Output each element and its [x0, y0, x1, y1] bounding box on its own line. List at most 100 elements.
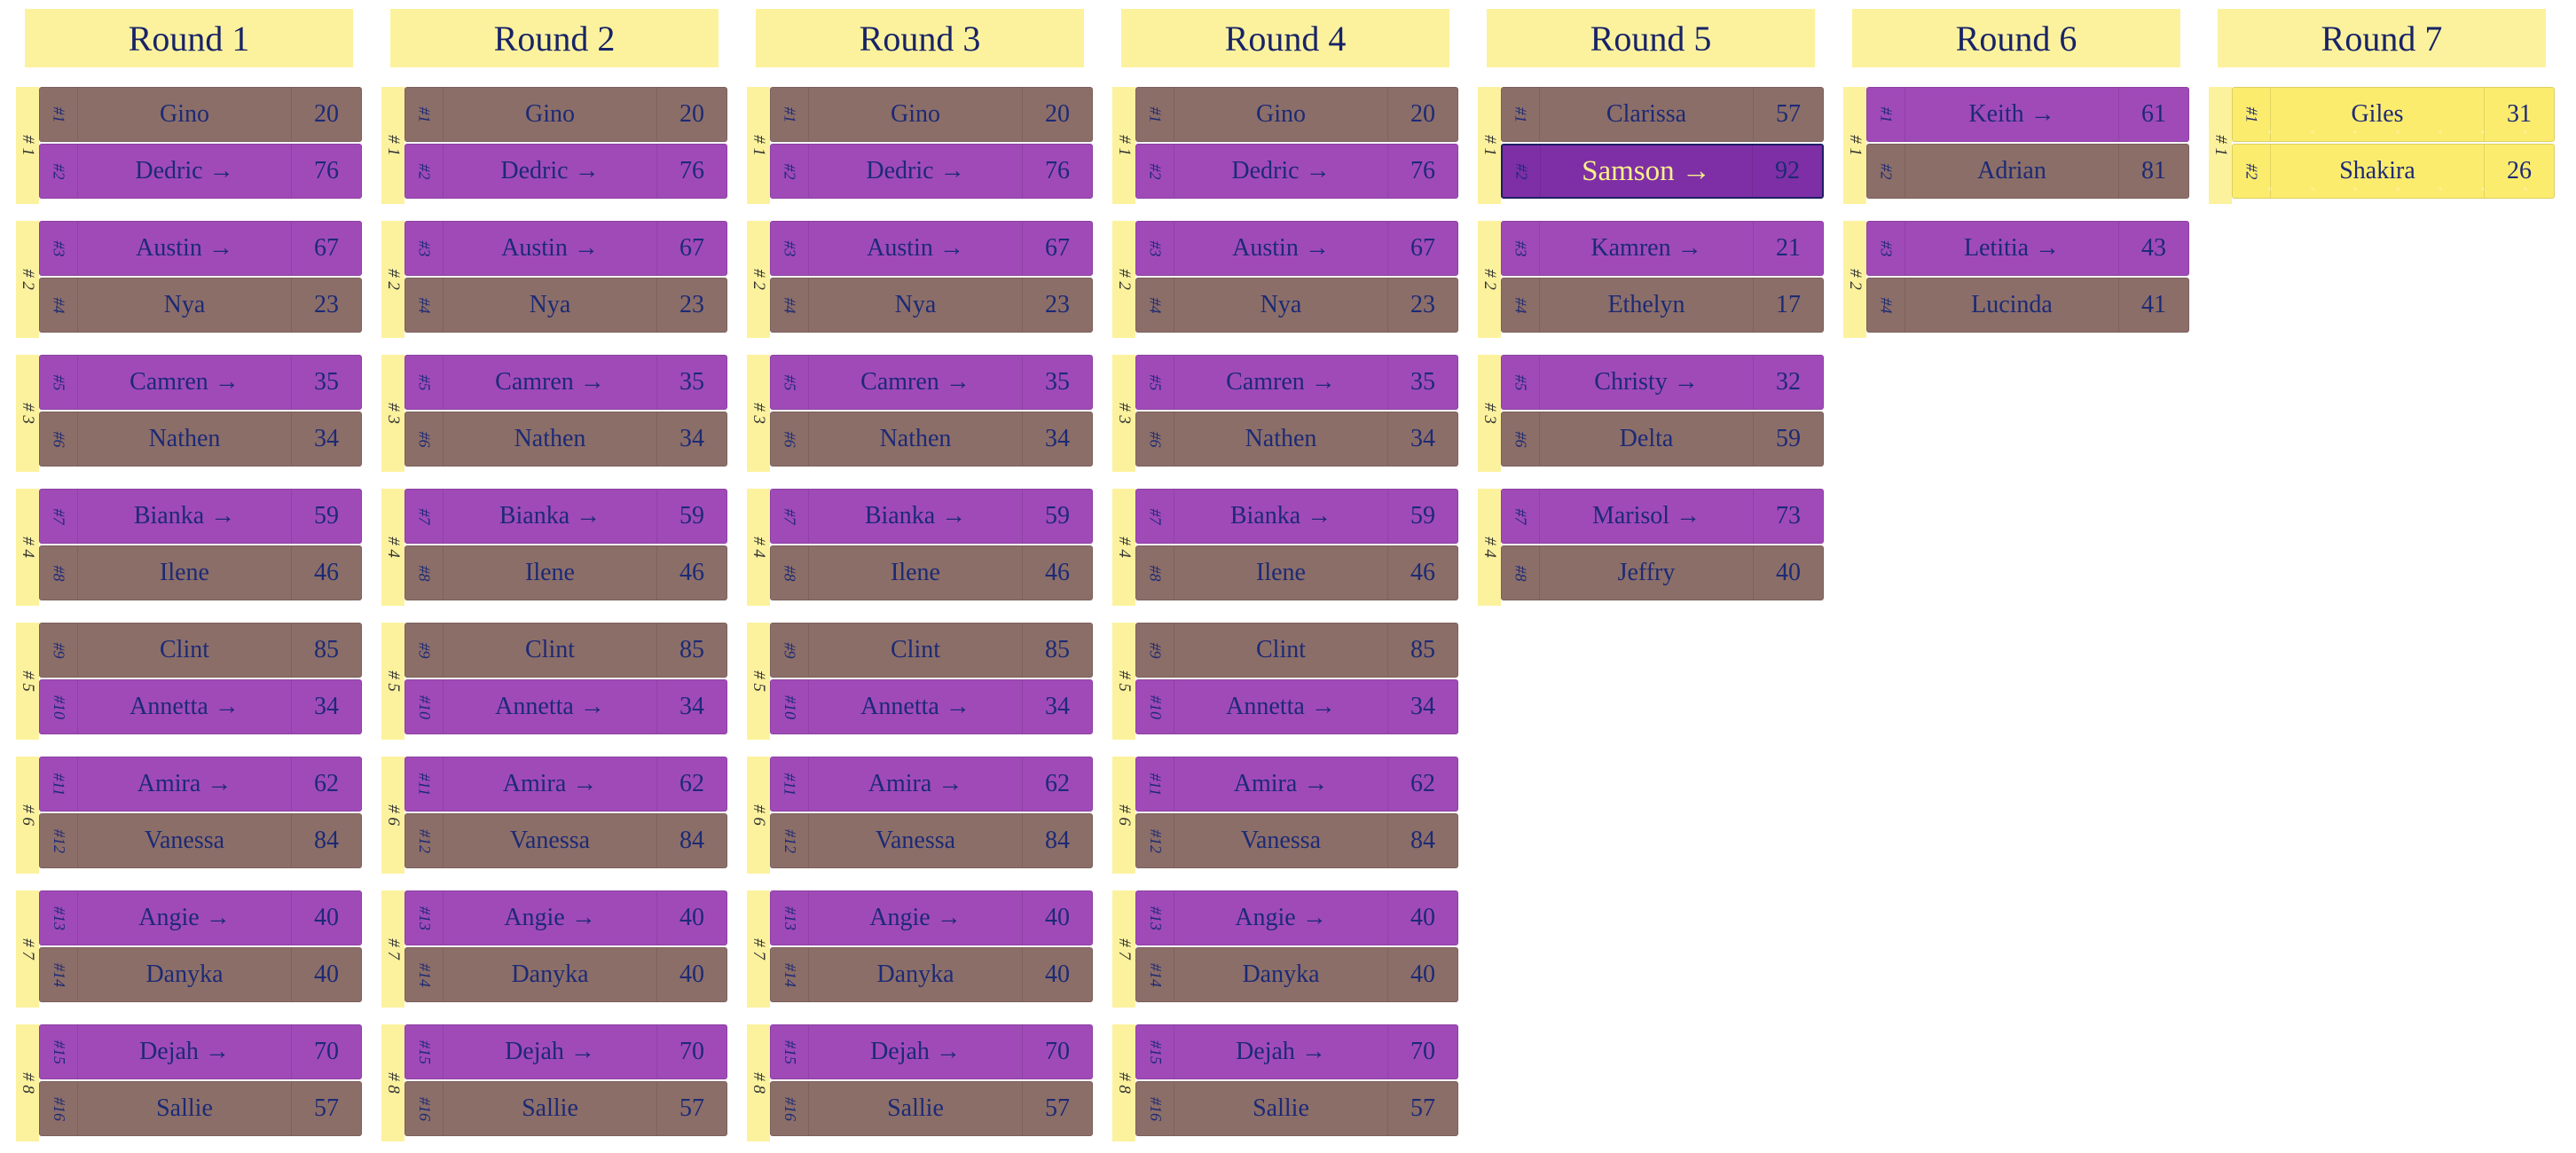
player-slot[interactable]: #5 Camren → 35	[1135, 355, 1458, 410]
player-slot[interactable]: #6 Nathen 34	[404, 412, 727, 467]
player-slot[interactable]: #8 Ilene 46	[404, 545, 727, 600]
player-slot[interactable]: #2 Dedric → 76	[404, 144, 727, 199]
player-slot[interactable]: #14 Danyka 40	[1135, 947, 1458, 1002]
player-slot[interactable]: #11 Amira → 62	[404, 757, 727, 812]
player-slot[interactable]: #4 Ethelyn 17	[1501, 278, 1824, 333]
player-slot[interactable]: #2 Samson → 92	[1501, 144, 1824, 199]
seed-cell: #8	[1502, 546, 1540, 600]
round-header[interactable]: Round 4	[1121, 9, 1449, 67]
player-slot[interactable]: #12 Vanessa 84	[404, 813, 727, 868]
player-slot[interactable]: #10 Annetta → 34	[404, 679, 727, 734]
player-slot[interactable]: #4 Nya 23	[770, 278, 1093, 333]
seed-number: #8	[50, 565, 68, 581]
match-number: # 1	[750, 135, 768, 156]
player-slot[interactable]: #5 Camren → 35	[404, 355, 727, 410]
player-slot[interactable]: #3 Austin → 67	[404, 221, 727, 276]
player-slot[interactable]: #8 Ilene 46	[1135, 545, 1458, 600]
player-slot[interactable]: #1 Gino 20	[770, 87, 1093, 142]
player-slot[interactable]: #16 Sallie 57	[404, 1081, 727, 1136]
player-slot[interactable]: #3 Austin → 67	[1135, 221, 1458, 276]
player-slot[interactable]: #10 Annetta → 34	[1135, 679, 1458, 734]
player-slot[interactable]: #6 Delta 59	[1501, 412, 1824, 467]
player-slot[interactable]: #9 Clint 85	[1135, 623, 1458, 678]
player-slot[interactable]: #15 Dejah → 70	[39, 1024, 362, 1079]
player-score: 40	[1753, 546, 1823, 600]
player-slot[interactable]: #1 Clarissa 57	[1501, 87, 1824, 142]
player-slot[interactable]: #13 Angie → 40	[404, 890, 727, 945]
match: # 1 #1 Clarissa 57 #2 Samson → 92	[1478, 87, 1824, 204]
player-slot[interactable]: #1 Keith → 61	[1866, 87, 2189, 142]
player-slot[interactable]: #15 Dejah → 70	[1135, 1024, 1458, 1079]
round-header[interactable]: Round 5	[1487, 9, 1815, 67]
seed-cell: #4	[771, 278, 809, 332]
player-slot[interactable]: #4 Lucinda 41	[1866, 278, 2189, 333]
player-slot[interactable]: #13 Angie → 40	[770, 890, 1093, 945]
player-slot[interactable]: #6 Nathen 34	[770, 412, 1093, 467]
player-slot[interactable]: #6 Nathen 34	[1135, 412, 1458, 467]
player-slot[interactable]: #3 Kamren → 21	[1501, 221, 1824, 276]
player-slot[interactable]: #8 Ilene 46	[39, 545, 362, 600]
player-slot[interactable]: #2 Dedric → 76	[1135, 144, 1458, 199]
player-slot[interactable]: #10 Annetta → 34	[770, 679, 1093, 734]
player-slot[interactable]: #16 Sallie 57	[1135, 1081, 1458, 1136]
round-header[interactable]: Round 1	[25, 9, 353, 67]
player-slot[interactable]: #7 Bianka → 59	[1135, 489, 1458, 544]
player-slot[interactable]: #1 Gino 20	[1135, 87, 1458, 142]
player-slot[interactable]: #9 Clint 85	[404, 623, 727, 678]
match-number: # 5	[750, 671, 768, 692]
player-slot[interactable]: #1 Giles 31	[2232, 87, 2555, 142]
player-slot[interactable]: #3 Letitia → 43	[1866, 221, 2189, 276]
player-score: 84	[291, 814, 361, 867]
round-header[interactable]: Round 2	[390, 9, 719, 67]
player-slot[interactable]: #14 Danyka 40	[770, 947, 1093, 1002]
round-header[interactable]: Round 3	[756, 9, 1084, 67]
player-slot[interactable]: #7 Bianka → 59	[39, 489, 362, 544]
player-slot[interactable]: #4 Nya 23	[39, 278, 362, 333]
player-score: 62	[291, 757, 361, 811]
player-slot[interactable]: #5 Camren → 35	[39, 355, 362, 410]
player-slot[interactable]: #4 Nya 23	[1135, 278, 1458, 333]
player-slot[interactable]: #15 Dejah → 70	[404, 1024, 727, 1079]
player-slot[interactable]: #15 Dejah → 70	[770, 1024, 1093, 1079]
seed-number: #3	[1146, 240, 1165, 256]
player-name: Angie →	[869, 904, 962, 931]
player-slot[interactable]: #10 Annetta → 34	[39, 679, 362, 734]
player-slot[interactable]: #13 Angie → 40	[39, 890, 362, 945]
match-number: # 1	[384, 135, 403, 156]
player-slot[interactable]: #4 Nya 23	[404, 278, 727, 333]
player-slot[interactable]: #6 Nathen 34	[39, 412, 362, 467]
player-slot[interactable]: #11 Amira → 62	[770, 757, 1093, 812]
player-slot[interactable]: #14 Danyka 40	[39, 947, 362, 1002]
player-name: Bianka →	[864, 502, 967, 529]
player-slot[interactable]: #12 Vanessa 84	[770, 813, 1093, 868]
player-slot[interactable]: #13 Angie → 40	[1135, 890, 1458, 945]
player-slot[interactable]: #14 Danyka 40	[404, 947, 727, 1002]
player-slot[interactable]: #2 Adrian 81	[1866, 144, 2189, 199]
player-slot[interactable]: #8 Jeffry 40	[1501, 545, 1824, 600]
player-slot[interactable]: #7 Marisol → 73	[1501, 489, 1824, 544]
player-slot[interactable]: #7 Bianka → 59	[770, 489, 1093, 544]
player-slot[interactable]: #9 Clint 85	[39, 623, 362, 678]
player-slot[interactable]: #16 Sallie 57	[770, 1081, 1093, 1136]
player-slot[interactable]: #11 Amira → 62	[1135, 757, 1458, 812]
player-slot[interactable]: #1 Gino 20	[404, 87, 727, 142]
player-slot[interactable]: #1 Gino 20	[39, 87, 362, 142]
player-slot[interactable]: #12 Vanessa 84	[1135, 813, 1458, 868]
player-slot[interactable]: #11 Amira → 62	[39, 757, 362, 812]
player-slot[interactable]: #2 Dedric → 76	[39, 144, 362, 199]
player-slot[interactable]: #2 Dedric → 76	[770, 144, 1093, 199]
round-header[interactable]: Round 6	[1852, 9, 2180, 67]
player-slot[interactable]: #12 Vanessa 84	[39, 813, 362, 868]
player-slot[interactable]: #16 Sallie 57	[39, 1081, 362, 1136]
player-slot[interactable]: #3 Austin → 67	[770, 221, 1093, 276]
player-score: 20	[291, 88, 361, 141]
player-slot[interactable]: #5 Camren → 35	[770, 355, 1093, 410]
player-slot[interactable]: #9 Clint 85	[770, 623, 1093, 678]
player-slot[interactable]: #3 Austin → 67	[39, 221, 362, 276]
round-header[interactable]: Round 7	[2218, 9, 2546, 67]
player-slot[interactable]: #5 Christy → 32	[1501, 355, 1824, 410]
player-slot[interactable]: #2 Shakira 26	[2232, 144, 2555, 199]
player-slot[interactable]: #8 Ilene 46	[770, 545, 1093, 600]
player-slot[interactable]: #7 Bianka → 59	[404, 489, 727, 544]
match-tab: # 2	[1478, 221, 1501, 338]
